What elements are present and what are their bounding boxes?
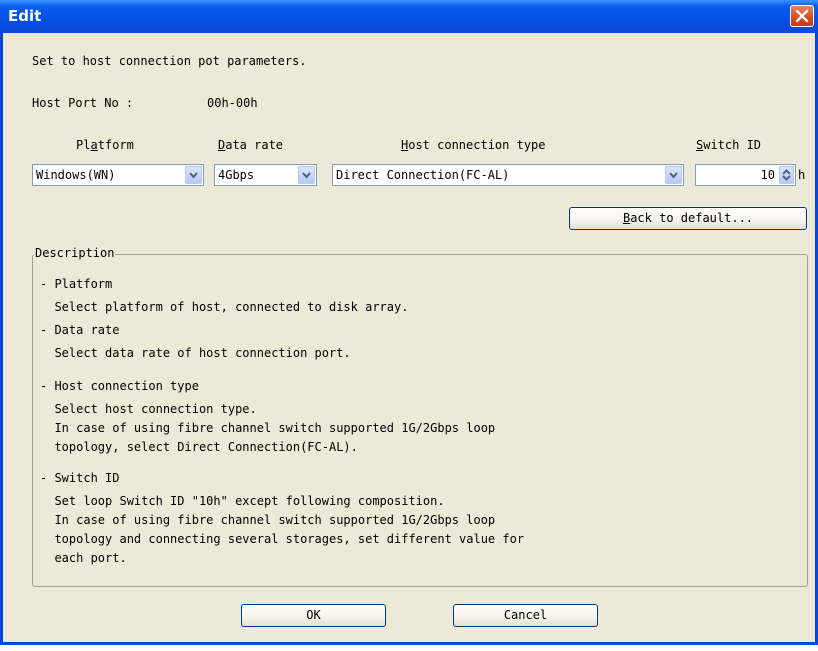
switch-id-label: Switch ID: [696, 138, 762, 152]
desc-line: Select host connection type.: [40, 402, 257, 416]
chevron-down-icon: [189, 172, 198, 179]
ok-button[interactable]: OK: [241, 604, 386, 627]
desc-line: Set loop Switch ID "10h" except followin…: [40, 494, 445, 508]
desc-line: In case of using fibre channel switch su…: [40, 513, 496, 527]
desc-line: Select platform of host, connected to di…: [40, 300, 409, 314]
host-connection-type-label: Host connection type: [401, 138, 546, 152]
desc-line: - Host connection type: [40, 379, 199, 393]
platform-label: Platform: [76, 138, 134, 152]
switch-id-spinner[interactable]: 10: [695, 164, 796, 186]
switch-id-suffix: h: [798, 168, 806, 182]
instructions-text: Set to host connection pot parameters.: [32, 54, 307, 68]
host-connection-type-select[interactable]: Direct Connection(FC-AL): [332, 164, 684, 186]
data-rate-select[interactable]: 4Gbps: [214, 164, 317, 186]
host-connection-type-value: Direct Connection(FC-AL): [336, 168, 510, 182]
close-icon: [795, 9, 809, 23]
close-button[interactable]: [790, 5, 814, 27]
data-rate-value: 4Gbps: [218, 168, 255, 182]
back-to-default-button[interactable]: Back to default...: [569, 207, 807, 230]
desc-line: In case of using fibre channel switch su…: [40, 421, 496, 435]
host-connection-type-dropdown-button[interactable]: [665, 166, 682, 184]
desc-line: - Data rate: [40, 323, 120, 337]
description-title: Description: [34, 246, 116, 260]
window-title: Edit: [8, 7, 42, 25]
chevron-down-icon: [669, 172, 678, 179]
title-bar[interactable]: Edit: [0, 0, 818, 33]
desc-line: topology, select Direct Connection(FC-AL…: [40, 440, 358, 454]
chevron-down-icon: [302, 172, 311, 179]
data-rate-label: Data rate: [218, 138, 284, 152]
platform-select[interactable]: Windows(WN): [32, 164, 204, 186]
spin-arrows-icon: [782, 169, 791, 181]
switch-id-spin-buttons[interactable]: [779, 166, 794, 184]
data-rate-dropdown-button[interactable]: [298, 166, 315, 184]
host-port-label: Host Port No :: [32, 96, 134, 110]
platform-value: Windows(WN): [36, 168, 116, 182]
desc-line: - Platform: [40, 277, 113, 291]
desc-line: Select data rate of host connection port…: [40, 346, 351, 360]
desc-line: topology and connecting several storages…: [40, 532, 525, 546]
platform-dropdown-button[interactable]: [185, 166, 202, 184]
switch-id-value: 10: [760, 168, 775, 182]
edit-dialog: Edit Set to host connection pot paramete…: [0, 0, 818, 645]
host-port-value: 00h-00h: [207, 96, 258, 110]
cancel-button[interactable]: Cancel: [453, 604, 598, 627]
desc-line: - Switch ID: [40, 471, 120, 485]
desc-line: each port.: [40, 551, 127, 565]
